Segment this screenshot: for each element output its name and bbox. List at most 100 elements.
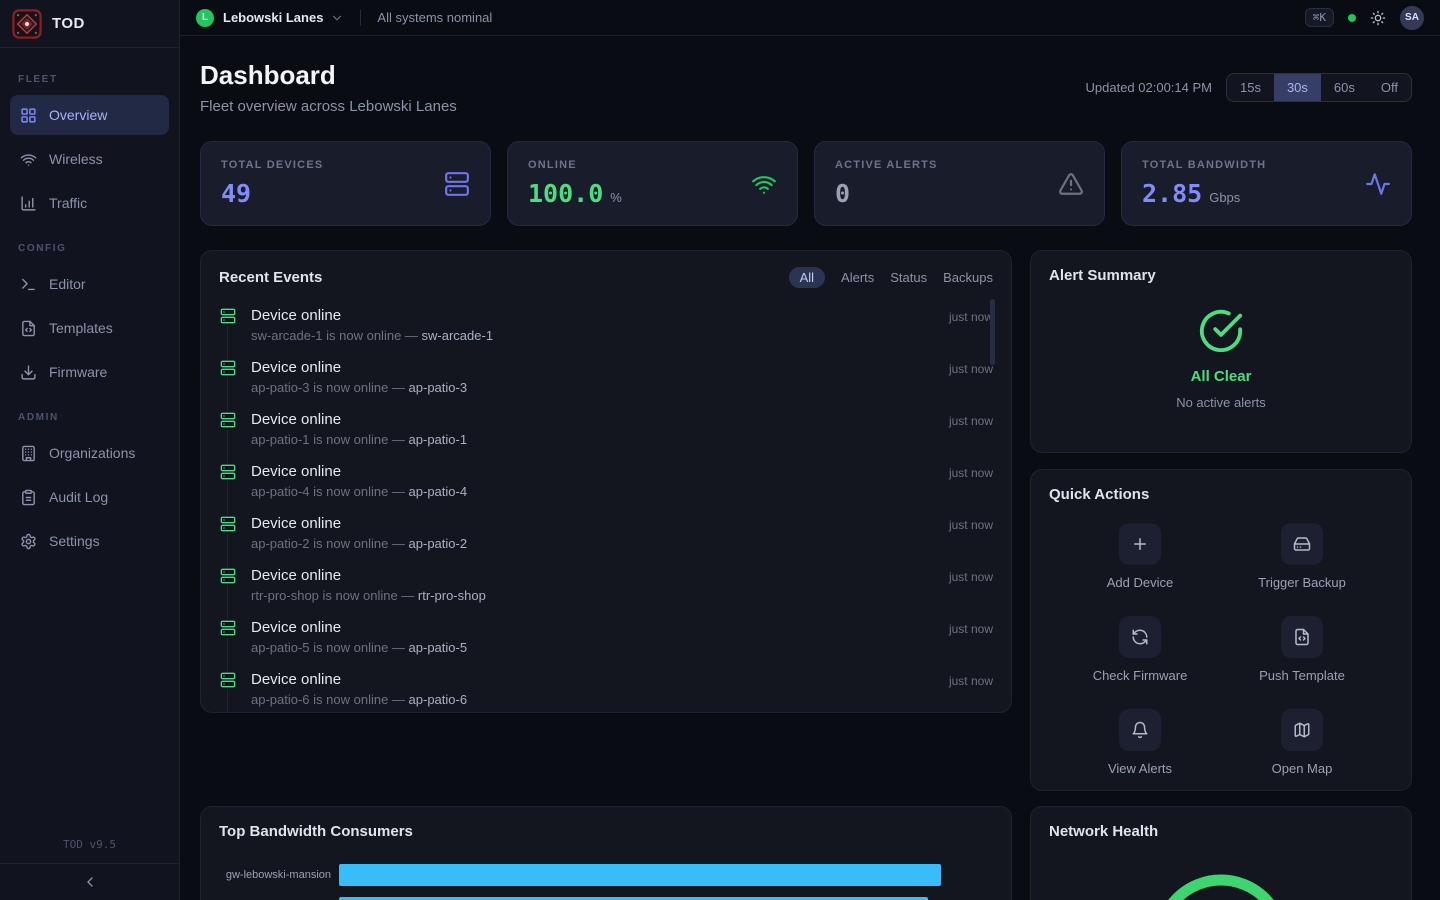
event-timestamp: just now [949, 359, 993, 395]
user-avatar[interactable]: SA [1400, 6, 1424, 30]
grid-icon [20, 107, 37, 124]
refresh-interval-control: 15s30s60sOff [1226, 73, 1412, 102]
event-timestamp: just now [949, 567, 993, 603]
system-status-text: All systems nominal [377, 10, 492, 25]
sidebar-item-firmware[interactable]: Firmware [10, 352, 169, 392]
bandwidth-device-label: gw-lebowski-mansion [219, 869, 331, 881]
interval-30s-button[interactable]: 30s [1274, 74, 1321, 101]
event-row[interactable]: Device online ap-patio-3 is now online — … [219, 352, 993, 404]
sidebar-item-editor[interactable]: Editor [10, 264, 169, 304]
sidebar-header: TOD [0, 0, 179, 48]
quick-action-label: Check Firmware [1093, 668, 1188, 683]
server-icon [219, 359, 237, 377]
sidebar-item-label: Settings [49, 533, 100, 549]
sidebar: TOD FLEETOverviewWirelessTrafficCONFIGEd… [0, 0, 180, 900]
wifi-icon [751, 171, 777, 197]
event-description: ap-patio-6 is now online — ap-patio-6 [251, 692, 935, 707]
org-selector[interactable]: L Lebowski Lanes [196, 9, 344, 27]
event-body: Device onlineap-patio-6 is now online — … [251, 671, 935, 707]
sidebar-item-audit-log[interactable]: Audit Log [10, 477, 169, 517]
quick-action-tile [1119, 616, 1161, 658]
event-title: Device online [251, 515, 935, 532]
quick-action-trigger-backup[interactable]: Trigger Backup [1221, 523, 1383, 590]
event-description: ap-patio-1 is now online — ap-patio-1 [251, 432, 935, 447]
sidebar-item-organizations[interactable]: Organizations [10, 433, 169, 473]
quick-action-tile [1119, 709, 1161, 751]
event-device-name: ap-patio-5 [409, 640, 468, 655]
stat-unit: Gbps [1209, 190, 1240, 205]
quick-action-open-map[interactable]: Open Map [1221, 709, 1383, 776]
events-tab-backups[interactable]: Backups [943, 270, 993, 285]
sidebar-item-label: Templates [49, 320, 113, 336]
event-row[interactable]: Device onlineap-patio-6 is now online — … [219, 664, 993, 713]
stat-value: 0 [835, 179, 850, 208]
bandwidth-panel: Top Bandwidth Consumers gw-lebowski-mans… [200, 806, 1012, 900]
interval-off-button[interactable]: Off [1368, 74, 1411, 101]
command-palette-shortcut[interactable]: ⌘K [1305, 8, 1334, 27]
quick-action-tile [1119, 523, 1161, 565]
event-timestamp: just now [949, 515, 993, 551]
server-icon [219, 567, 237, 585]
sidebar-item-templates[interactable]: Templates [10, 308, 169, 348]
events-scrollbar[interactable] [990, 299, 995, 365]
interval-60s-button[interactable]: 60s [1321, 74, 1368, 101]
gear-icon [20, 533, 37, 550]
updated-timestamp: Updated 02:00:14 PM [1086, 80, 1212, 95]
event-title: Device online [251, 359, 935, 376]
stat-unit: % [610, 190, 622, 205]
server-icon [444, 171, 470, 197]
event-timestamp: just now [949, 411, 993, 447]
quick-action-view-alerts[interactable]: View Alerts [1059, 709, 1221, 776]
topbar: L Lebowski Lanes All systems nominal ⌘K … [180, 0, 1440, 36]
quick-action-add-device[interactable]: Add Device [1059, 523, 1221, 590]
sidebar-item-traffic[interactable]: Traffic [10, 183, 169, 223]
activity-icon [1365, 171, 1391, 197]
quick-action-label: Add Device [1107, 575, 1173, 590]
event-description: ap-patio-5 is now online — ap-patio-5 [251, 640, 935, 655]
events-filter-tabs: All Alerts Status Backups [789, 267, 993, 288]
stat-label: TOTAL DEVICES [221, 159, 470, 171]
events-tab-alerts[interactable]: Alerts [841, 270, 874, 285]
sidebar-item-label: Audit Log [49, 489, 108, 505]
event-description: ap-patio-3 is now online — ap-patio-3 [251, 380, 935, 395]
event-row[interactable]: Device onlineap-patio-2 is now online — … [219, 508, 993, 560]
sidebar-collapse-button[interactable] [0, 863, 179, 900]
event-body: Device onlinesw-arcade-1 is now online —… [251, 307, 935, 343]
sidebar-item-label: Editor [49, 276, 86, 292]
event-device-name: ap-patio-3 [409, 380, 468, 395]
event-timestamp: just now [949, 619, 993, 655]
event-device-name: ap-patio-2 [409, 536, 468, 551]
event-row[interactable]: Device onlinertr-pro-shop is now online … [219, 560, 993, 612]
sidebar-item-overview[interactable]: Overview [10, 95, 169, 135]
event-row[interactable]: Device onlineap-patio-1 is now online — … [219, 404, 993, 456]
sidebar-item-settings[interactable]: Settings [10, 521, 169, 561]
stat-card-total-bandwidth: TOTAL BANDWIDTH2.85Gbps [1121, 141, 1412, 226]
sidebar-item-label: Organizations [49, 445, 135, 461]
stat-value: 49 [221, 179, 251, 208]
event-device-name: sw-arcade-1 [422, 328, 494, 343]
stat-value-row: 2.85Gbps [1142, 179, 1391, 208]
alert-summary-title: Alert Summary [1049, 267, 1156, 284]
theme-toggle-sun-icon[interactable] [1370, 10, 1386, 26]
events-tab-all[interactable]: All [789, 267, 825, 288]
left-column: Recent Events AllAlertsStatusBackups Dev… [200, 250, 1012, 900]
event-row[interactable]: Device onlineap-patio-5 is now online — … [219, 612, 993, 664]
event-row[interactable]: Device onlineap-patio-4 is now online — … [219, 456, 993, 508]
event-device-name: ap-patio-6 [409, 692, 468, 707]
topbar-right: ⌘K SA [1305, 6, 1424, 30]
quick-action-push-template[interactable]: Push Template [1221, 616, 1383, 683]
sidebar-item-wireless[interactable]: Wireless [10, 139, 169, 179]
stat-label: ACTIVE ALERTS [835, 159, 1084, 171]
stat-card-online: ONLINE100.0% [507, 141, 798, 226]
page-title: Dashboard [200, 60, 457, 91]
alert-status-text: All Clear [1191, 368, 1252, 385]
event-row[interactable]: Device onlinesw-arcade-1 is now online —… [219, 300, 993, 352]
stat-label: ONLINE [528, 159, 777, 171]
sidebar-nav: FLEETOverviewWirelessTrafficCONFIGEditor… [0, 48, 179, 571]
refresh-icon [1131, 628, 1149, 646]
quick-action-check-firmware[interactable]: Check Firmware [1059, 616, 1221, 683]
events-tab-status[interactable]: Status [890, 270, 927, 285]
sidebar-item-label: Traffic [49, 195, 87, 211]
interval-15s-button[interactable]: 15s [1227, 74, 1274, 101]
hard-drive-icon [1293, 535, 1311, 553]
